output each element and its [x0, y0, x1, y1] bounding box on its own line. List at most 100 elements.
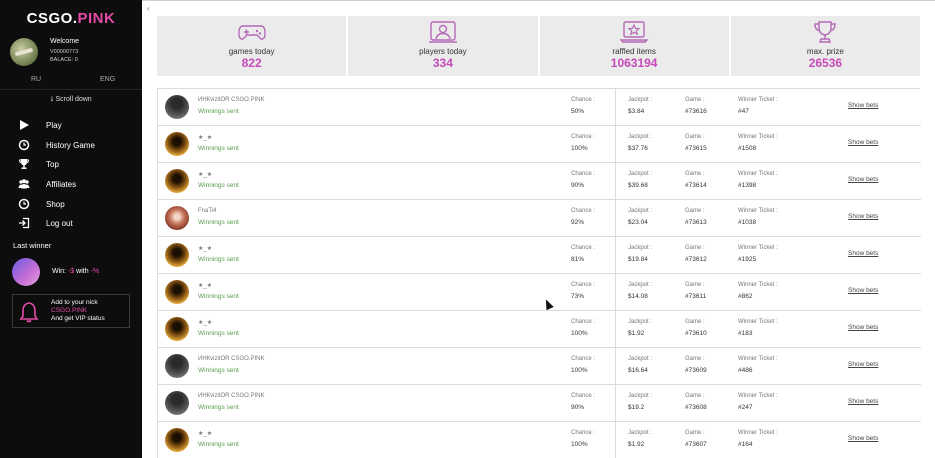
nav-label: Top	[46, 160, 59, 169]
game-value: #73612	[685, 256, 707, 263]
win-prefix: Win:	[52, 268, 68, 275]
player-avatar[interactable]	[165, 132, 189, 156]
nav-shop[interactable]: Shop	[18, 198, 138, 212]
ticket-label: Winner Ticket :	[738, 245, 778, 251]
nav-log-out[interactable]: Log out	[18, 217, 138, 231]
stat-value: 822	[241, 56, 262, 70]
bell-icon	[19, 301, 39, 323]
ticket-label: Winner Ticket :	[738, 134, 778, 140]
chance-label: Chance :	[571, 393, 596, 399]
stat-label: max. prize	[806, 47, 844, 56]
player-avatar[interactable]	[165, 95, 189, 119]
player-avatar[interactable]	[165, 280, 189, 304]
show-bets-button[interactable]: Show bets	[848, 324, 878, 331]
welcome-text: Welcome	[50, 38, 80, 45]
jackpot-value: $19.84	[628, 256, 648, 263]
player-name[interactable]: ★_★	[198, 282, 212, 289]
ticket-value: #1925	[738, 256, 757, 263]
player-name[interactable]: ИНКvizitOR CSGO.PINK	[198, 356, 264, 362]
collapse-sidebar-button[interactable]: ‹	[147, 4, 150, 13]
game-row: ★_★ Winnings sent Chance : 100% Jackpot : $1.…	[158, 422, 921, 458]
lang-eng-button[interactable]: ENG	[100, 76, 115, 83]
nav-label: Affiliates	[46, 180, 77, 189]
chance-value: 100%	[571, 441, 588, 448]
status-text: Winnings sent	[198, 367, 239, 374]
player-avatar[interactable]	[165, 169, 189, 193]
divider	[0, 89, 142, 90]
show-bets-button[interactable]: Show bets	[848, 250, 878, 257]
show-bets-button[interactable]: Show bets	[848, 213, 878, 220]
divider	[615, 274, 616, 310]
users-icon	[18, 178, 30, 190]
show-bets-button[interactable]: Show bets	[848, 361, 878, 368]
game-value: #73614	[685, 182, 707, 189]
game-row: ★_★ Winnings sent Chance : 90% Jackpot : $39.…	[158, 163, 921, 200]
player-avatar[interactable]	[165, 317, 189, 341]
show-bets-button[interactable]: Show bets	[848, 176, 878, 183]
lang-ru-button[interactable]: RU	[31, 76, 41, 83]
nav-label: Log out	[46, 219, 73, 228]
player-name[interactable]: ★_★	[198, 430, 212, 437]
games-list: ИНКvizitOR CSGO.PINK Winnings sent Chance …	[157, 88, 921, 458]
game-value: #73613	[685, 219, 707, 226]
stat-label: players today	[419, 47, 467, 56]
jackpot-value: $1.92	[628, 441, 645, 448]
status-text: Winnings sent	[198, 293, 239, 300]
ticket-label: Winner Ticket :	[738, 319, 778, 325]
ticket-label: Winner Ticket :	[738, 171, 778, 177]
jackpot-value: $37.76	[628, 145, 648, 152]
stat-games-today: games today 822	[157, 16, 347, 76]
trophy-icon	[810, 20, 840, 44]
user-avatar[interactable]	[10, 38, 38, 66]
status-text: Winnings sent	[198, 441, 239, 448]
game-row: ИНКvizitOR CSGO.PINK Winnings sent Chance …	[158, 89, 921, 126]
player-name[interactable]: ★_★	[198, 245, 212, 252]
stat-value: 334	[432, 56, 453, 70]
player-name[interactable]: FnaTi4	[198, 208, 216, 214]
game-value: #73616	[685, 108, 707, 115]
game-label: Game :	[685, 134, 705, 140]
show-bets-button[interactable]: Show bets	[848, 435, 878, 442]
nav-label: Shop	[46, 200, 65, 209]
nav-play[interactable]: Play	[18, 119, 138, 133]
game-row: ★_★ Winnings sent Chance : 81% Jackpot : $19.…	[158, 237, 921, 274]
nav-history-game[interactable]: History Game	[18, 139, 138, 153]
divider	[615, 348, 616, 384]
ticket-label: Winner Ticket :	[738, 356, 778, 362]
player-avatar[interactable]	[165, 206, 189, 230]
player-name[interactable]: ИНКvizitOR CSGO.PINK	[198, 97, 264, 103]
chance-label: Chance :	[571, 430, 596, 436]
chance-label: Chance :	[571, 208, 596, 214]
show-bets-button[interactable]: Show bets	[848, 139, 878, 146]
player-avatar[interactable]	[165, 243, 189, 267]
ticket-value: #164	[738, 441, 753, 448]
status-text: Winnings sent	[198, 404, 239, 411]
jackpot-value: $1.92	[628, 330, 645, 337]
jackpot-value: $14.08	[628, 293, 648, 300]
player-name[interactable]: ★_★	[198, 134, 212, 141]
show-bets-button[interactable]: Show bets	[848, 102, 878, 109]
player-avatar[interactable]	[165, 391, 189, 415]
player-name[interactable]: ★_★	[198, 171, 212, 178]
ticket-value: #183	[738, 330, 753, 337]
game-label: Game :	[685, 171, 705, 177]
logo[interactable]: CSGO.PINK	[0, 10, 142, 27]
game-row: ★_★ Winnings sent Chance : 73% Jackpot : $14.…	[158, 274, 921, 311]
jackpot-label: Jackpot :	[628, 171, 653, 177]
player-name[interactable]: ★_★	[198, 319, 212, 326]
player-name[interactable]: ИНКvizitOR CSGO.PINK	[198, 393, 264, 399]
game-value: #73610	[685, 330, 707, 337]
player-avatar[interactable]	[165, 428, 189, 452]
ticket-label: Winner Ticket :	[738, 393, 778, 399]
divider	[615, 237, 616, 273]
show-bets-button[interactable]: Show bets	[848, 287, 878, 294]
nav-affiliates[interactable]: Affiliates	[18, 178, 138, 192]
nav-label: History Game	[46, 141, 95, 150]
show-bets-button[interactable]: Show bets	[848, 398, 878, 405]
ticket-value: #1038	[738, 219, 757, 226]
chance-label: Chance :	[571, 97, 596, 103]
player-avatar[interactable]	[165, 354, 189, 378]
stat-value: 26536	[808, 56, 843, 70]
nav-top[interactable]: Top	[18, 158, 138, 172]
scroll-down-button[interactable]: ⭣ Scroll down	[0, 96, 142, 104]
